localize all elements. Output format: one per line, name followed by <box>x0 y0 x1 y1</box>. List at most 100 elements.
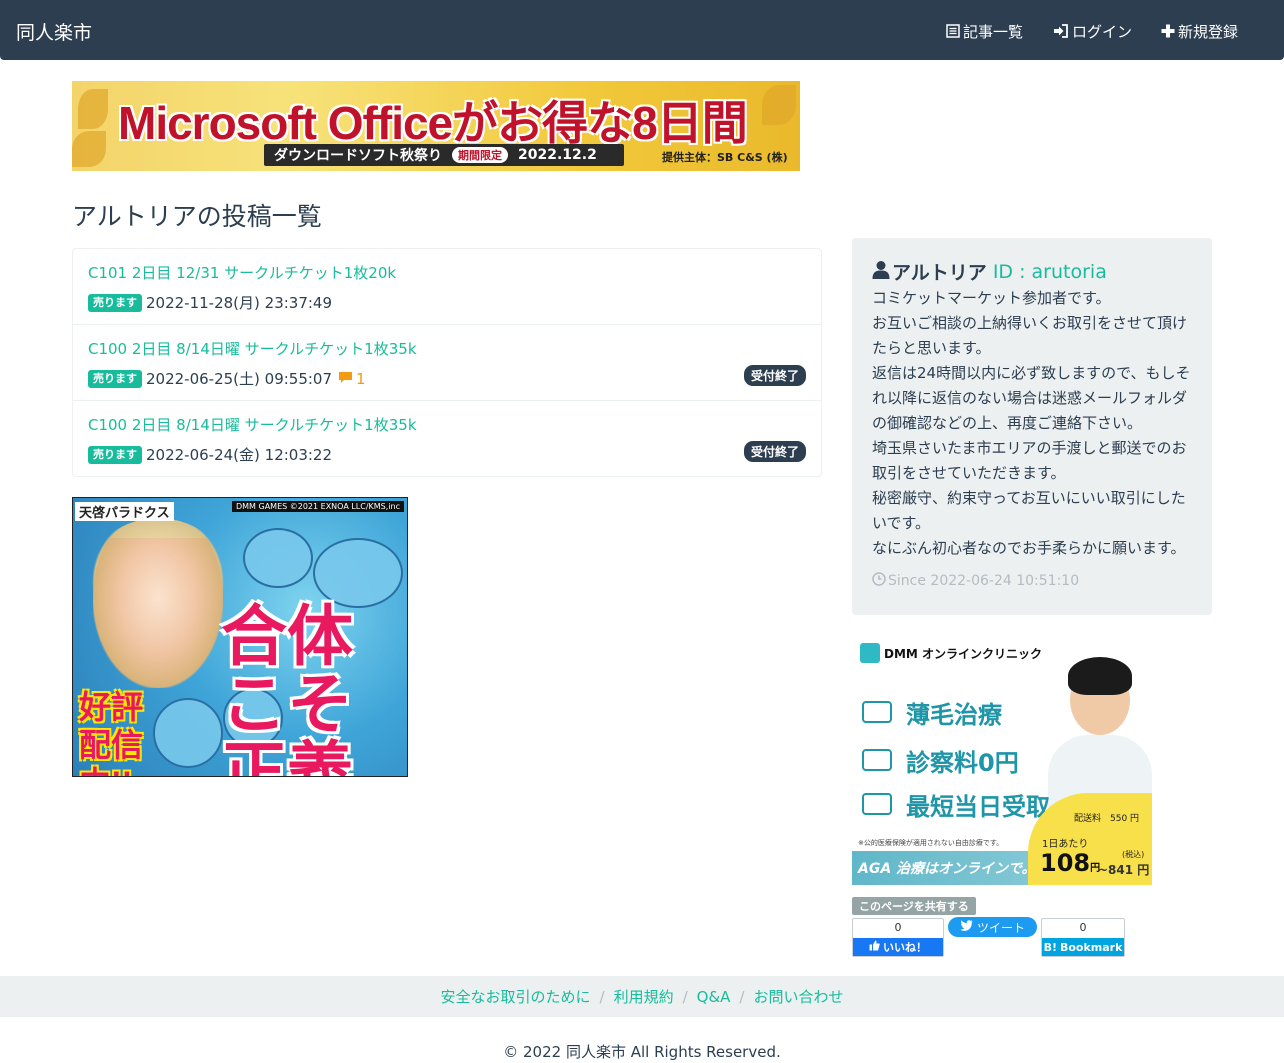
post-datetime: 2022-06-25(土) 09:55:07 <box>146 370 333 388</box>
clinic-feature-label: 薄毛治療 <box>906 700 1002 729</box>
footer-link-qa[interactable]: Q&A <box>697 988 731 1006</box>
post-list: C101 2日目 12/31 サークルチケット1枚20k 売ります 2022-1… <box>72 248 822 477</box>
hatena-count: 0 <box>1079 921 1087 934</box>
slime-decoration <box>153 698 223 768</box>
game-main-text: 合体こそ正義 <box>221 599 353 777</box>
profile-header: アルトリア ID : arutoria <box>872 258 1107 285</box>
list-icon <box>946 24 960 38</box>
top-banner-ad[interactable]: Microsoft Officeがお得な8日間 ダウンロードソフト秋祭り 期間限… <box>72 81 800 171</box>
thumbs-up-icon <box>869 940 880 954</box>
footer-separator: / <box>682 987 688 1006</box>
post-title-link[interactable]: C100 2日目 8/14日曜 サークルチケット1枚35k <box>88 414 417 435</box>
game-title: 天啓パラドクス <box>75 502 174 521</box>
hatena-bookmark-widget[interactable]: 0 B! Bookmark <box>1041 918 1125 957</box>
footer-link-contact[interactable]: お問い合わせ <box>753 986 843 1007</box>
hatena-bookmark-button[interactable]: B! Bookmark <box>1042 938 1124 956</box>
post-row: C101 2日目 12/31 サークルチケット1枚20k 売ります 2022-1… <box>73 249 821 325</box>
banner-period-label: 期間限定 <box>452 147 508 163</box>
clinic-price-alt: ~841 円 <box>1098 863 1150 877</box>
clinic-tax-label: (税込) <box>1122 850 1145 859</box>
comment-count: 1 <box>338 370 366 388</box>
footer-links: 安全なお取引のために / 利用規約 / Q&A / お問い合わせ <box>0 976 1284 1017</box>
clinic-feature: 薄毛治療 <box>862 695 1002 729</box>
banner-date: 2022.12.2 <box>518 147 597 163</box>
user-icon <box>872 260 890 284</box>
comment-icon <box>338 370 353 388</box>
slime-decoration <box>313 538 403 608</box>
post-title-link[interactable]: C100 2日目 8/14日曜 サークルチケット1枚35k <box>88 338 417 359</box>
hatena-bookmark-label: Bookmark <box>1059 940 1123 954</box>
game-copyright: DMM GAMES ©2021 EXNOA LLC/KMS,inc <box>231 501 404 512</box>
comment-count-value: 1 <box>356 369 366 388</box>
bio-line: 返信は24時間以内に必ず致しますので、もしそれ以降に返信のない場合は迷惑メールフ… <box>872 364 1191 432</box>
since-text: Since 2022-06-24 10:51:10 <box>888 573 1080 589</box>
bio-line: コミケットマーケット参加者です。 <box>872 289 1111 307</box>
leaf-decoration <box>762 85 796 125</box>
nav-register-link[interactable]: 新規登録 <box>1161 21 1238 41</box>
bio-line: 埼玉県さいたま市エリアの手渡しと郵送でのお取引をさせていただきます。 <box>872 439 1187 482</box>
computer-icon <box>862 749 892 771</box>
clinic-note: ※公的医療保険が適用されない自由診療です。 <box>858 839 1004 847</box>
profile-card: アルトリア ID : arutoria コミケットマーケット参加者です。 お互い… <box>852 238 1212 615</box>
facebook-like-label: いいね！ <box>883 941 927 954</box>
navbar: 同人楽市 記事一覧 ログイン 新規登録 <box>0 0 1284 60</box>
clinic-shipping: 配送料 550 円 <box>1074 814 1140 824</box>
clinic-logo-icon <box>860 643 880 663</box>
facebook-like-button[interactable]: いいね！ <box>853 938 943 956</box>
post-title-link[interactable]: C101 2日目 12/31 サークルチケット1枚20k <box>88 262 396 283</box>
facebook-count: 0 <box>894 921 902 934</box>
nav-register-label: 新規登録 <box>1178 22 1239 41</box>
share-label: このページを共有する <box>852 897 976 915</box>
profile-id-link[interactable]: ID : arutoria <box>993 261 1107 283</box>
nav-articles-link[interactable]: 記事一覧 <box>946 21 1023 41</box>
post-meta: 売ります 2022-11-28(月) 23:37:49 <box>88 292 332 313</box>
footer-link-safety[interactable]: 安全なお取引のために <box>441 986 591 1007</box>
clinic-banner-ad[interactable]: DMM オンラインクリニック 薄毛治療 診察料0円 最短当日受取 ※公的医療保険… <box>852 635 1152 885</box>
profile-bio: コミケットマーケット参加者です。 お互いご相談の上納得いくお取引をさせて頂けたら… <box>872 286 1192 561</box>
banner-strip: ダウンロードソフト秋祭り 期間限定 2022.12.2 <box>264 144 624 166</box>
page-title: アルトリアの投稿一覧 <box>72 202 322 231</box>
nav-login-link[interactable]: ログイン <box>1053 21 1132 41</box>
copyright: © 2022 同人楽市 All Rights Reserved. <box>503 1043 781 1061</box>
tweet-label: ツイート <box>976 920 1025 935</box>
game-banner-ad[interactable]: 天啓パラドクス DMM GAMES ©2021 EXNOA LLC/KMS,in… <box>72 497 408 777</box>
clinic-feature-label: 最短当日受取 <box>906 792 1050 821</box>
sign-in-icon <box>1053 24 1069 38</box>
bio-line: 秘密厳守、約束守ってお互いにいい取引にしたいです。 <box>872 489 1186 532</box>
nav-login-label: ログイン <box>1072 22 1133 41</box>
facebook-like-widget[interactable]: 0 いいね！ <box>852 918 944 957</box>
footer-link-terms[interactable]: 利用規約 <box>614 986 674 1007</box>
footer-separator: / <box>739 987 745 1006</box>
clock-icon <box>872 572 886 590</box>
clinic-feature: 最短当日受取 <box>862 787 1050 821</box>
bio-line: なにぶん初心者なのでお手柔らかに願います。 <box>872 539 1186 557</box>
nav-articles-label: 記事一覧 <box>963 22 1024 41</box>
character-illustration <box>93 538 223 688</box>
brand-link[interactable]: 同人楽市 <box>16 18 92 45</box>
game-side-text: 好評配信中!! <box>79 689 144 776</box>
doctor-hair <box>1068 657 1132 695</box>
banner-sponsor: 提供主体：SB C&S (株) <box>662 151 788 164</box>
bio-line: お互いご相談の上納得いくお取引をさせて頂けたらと思います。 <box>872 314 1188 357</box>
clinic-brand: DMM オンラインクリニック <box>884 646 1043 661</box>
clinic-logo: DMM オンラインクリニック <box>860 643 1042 663</box>
slime-decoration <box>243 528 313 588</box>
post-datetime: 2022-11-28(月) 23:37:49 <box>146 294 333 312</box>
leaf-decoration <box>78 89 108 129</box>
profile-name: アルトリア <box>892 262 987 284</box>
tweet-button[interactable]: ツイート <box>948 917 1037 937</box>
banner-strip-text: ダウンロードソフト秋祭り <box>274 148 442 164</box>
post-row: C100 2日目 8/14日曜 サークルチケット1枚35k 売ります 2022-… <box>73 325 821 401</box>
sell-badge: 売ります <box>88 445 142 464</box>
post-row: C100 2日目 8/14日曜 サークルチケット1枚35k 売ります 2022-… <box>73 401 821 477</box>
closed-badge: 受付終了 <box>743 365 806 386</box>
hair-care-icon <box>862 701 892 723</box>
sell-badge: 売ります <box>88 369 142 388</box>
clinic-price: 108円 <box>1040 849 1100 877</box>
plus-icon <box>1161 24 1175 38</box>
post-meta: 売ります 2022-06-25(土) 09:55:07 1 <box>88 368 366 389</box>
hatena-b-icon: B! <box>1043 940 1057 954</box>
post-meta: 売ります 2022-06-24(金) 12:03:22 <box>88 444 332 465</box>
clinic-per-day: 1日あたり <box>1042 839 1089 850</box>
truck-icon <box>862 793 892 815</box>
